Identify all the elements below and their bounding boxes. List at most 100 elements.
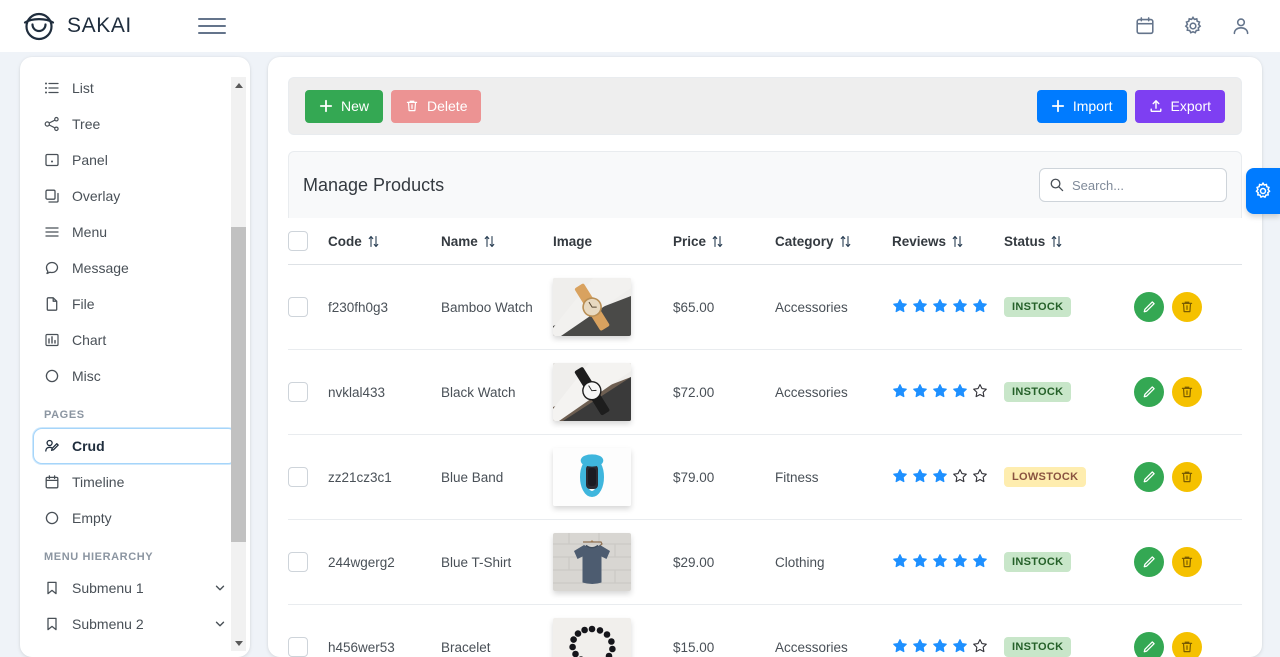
sidebar-item-panel[interactable]: Panel — [34, 143, 236, 177]
sidebar-item-tree[interactable]: Tree — [34, 107, 236, 141]
cell-code: 244wgerg2 — [328, 520, 441, 605]
cell-image — [553, 520, 673, 605]
sidebar-item-overlay[interactable]: Overlay — [34, 179, 236, 213]
edit-row-button[interactable] — [1134, 292, 1164, 322]
sakai-logo-icon — [22, 9, 56, 43]
cell-actions — [1134, 605, 1242, 657]
star-filled-icon — [952, 383, 968, 399]
table-row[interactable]: zz21cz3c1 Blue Band $79.00 Fitness LOWST… — [288, 435, 1242, 520]
rating-stars — [892, 472, 992, 487]
scroll-down-arrow-icon[interactable] — [231, 635, 246, 651]
calendar-icon[interactable] — [1134, 15, 1156, 37]
edit-row-button[interactable] — [1134, 632, 1164, 657]
main-content-card: New Delete Import Export — [268, 57, 1262, 657]
cell-actions — [1134, 265, 1242, 350]
table-row[interactable]: nvklal433 Black Watch $72.00 Accessories — [288, 350, 1242, 435]
config-panel-tab[interactable] — [1246, 168, 1280, 214]
row-checkbox[interactable] — [288, 382, 308, 402]
row-checkbox[interactable] — [288, 637, 308, 657]
brand-logo-link[interactable]: SAKAI — [22, 9, 132, 43]
column-header-reviews[interactable]: Reviews — [892, 218, 1004, 265]
column-label: Code — [328, 234, 362, 249]
search-input[interactable] — [1039, 168, 1227, 202]
import-button[interactable]: Import — [1037, 90, 1127, 123]
column-header-price[interactable]: Price — [673, 218, 775, 265]
sidebar-item-list[interactable]: List — [34, 71, 236, 105]
edit-row-button[interactable] — [1134, 462, 1164, 492]
cell-code: nvklal433 — [328, 350, 441, 435]
sidebar-item-file[interactable]: File — [34, 287, 236, 321]
sidebar-item-chart[interactable]: Chart — [34, 323, 236, 357]
cell-reviews — [892, 605, 1004, 657]
sidebar-item-message[interactable]: Message — [34, 251, 236, 285]
star-filled-icon — [972, 298, 988, 314]
table-row[interactable]: f230fh0g3 Bamboo Watch $65.00 Accessorie… — [288, 265, 1242, 350]
bookmark-icon — [44, 580, 60, 596]
sidebar-item-label: Submenu 1 — [72, 580, 144, 596]
column-header-category[interactable]: Category — [775, 218, 892, 265]
sidebar-item-submenu-2[interactable]: Submenu 2 — [34, 607, 236, 641]
table-row[interactable]: 244wgerg2 Blue T-Shirt $29.00 Clothing — [288, 520, 1242, 605]
column-header-status[interactable]: Status — [1004, 218, 1134, 265]
row-select-cell — [288, 435, 328, 520]
scroll-up-arrow-icon[interactable] — [231, 77, 246, 93]
file-icon — [44, 296, 60, 312]
delete-row-button[interactable] — [1172, 632, 1202, 657]
new-button-label: New — [341, 98, 369, 114]
user-icon[interactable] — [1230, 15, 1252, 37]
sidebar-scrollbar[interactable] — [231, 77, 246, 651]
select-all-checkbox[interactable] — [288, 231, 308, 251]
hamburger-icon[interactable] — [198, 12, 226, 40]
sidebar-item-misc[interactable]: Misc — [34, 359, 236, 393]
sidebar-item-submenu-1[interactable]: Submenu 1 — [34, 571, 236, 605]
cell-category: Accessories — [775, 605, 892, 657]
star-filled-icon — [972, 553, 988, 569]
column-header-code[interactable]: Code — [328, 218, 441, 265]
column-header-name[interactable]: Name — [441, 218, 553, 265]
sort-icon — [952, 235, 963, 248]
sidebar-item-crud[interactable]: Crud — [34, 429, 236, 463]
delete-row-button[interactable] — [1172, 462, 1202, 492]
row-checkbox[interactable] — [288, 552, 308, 572]
sidebar: List Tree Panel Overlay — [20, 57, 250, 657]
sidebar-item-timeline[interactable]: Timeline — [34, 465, 236, 499]
cell-code: zz21cz3c1 — [328, 435, 441, 520]
edit-row-button[interactable] — [1134, 377, 1164, 407]
sidebar-item-menu[interactable]: Menu — [34, 215, 236, 249]
export-button[interactable]: Export — [1135, 90, 1225, 123]
cell-name: Bracelet — [441, 605, 553, 657]
delete-row-button[interactable] — [1172, 547, 1202, 577]
row-checkbox[interactable] — [288, 297, 308, 317]
gear-icon[interactable] — [1182, 15, 1204, 37]
cell-image — [553, 265, 673, 350]
new-button[interactable]: New — [305, 90, 383, 123]
cell-status: INSTOCK — [1004, 520, 1134, 605]
blue-tshirt-thumb — [553, 533, 631, 591]
column-label: Price — [673, 234, 706, 249]
delete-button[interactable]: Delete — [391, 90, 481, 123]
edit-row-button[interactable] — [1134, 547, 1164, 577]
chevron-down-icon[interactable] — [214, 618, 226, 630]
cell-price: $79.00 — [673, 435, 775, 520]
chevron-down-icon[interactable] — [214, 582, 226, 594]
sort-icon — [712, 235, 723, 248]
sidebar-item-empty[interactable]: Empty — [34, 501, 236, 535]
cell-image — [553, 435, 673, 520]
cell-name: Black Watch — [441, 350, 553, 435]
bracelet-thumb — [553, 618, 631, 657]
table-header-bar: Manage Products — [288, 151, 1242, 218]
sidebar-item-label: Submenu 2 — [72, 616, 144, 632]
scrollbar-thumb[interactable] — [231, 227, 246, 542]
trash-icon — [1180, 640, 1194, 654]
star-empty-icon — [972, 468, 988, 484]
delete-row-button[interactable] — [1172, 292, 1202, 322]
sort-icon — [840, 235, 851, 248]
share-nodes-icon — [44, 116, 60, 132]
cell-status: LOWSTOCK — [1004, 435, 1134, 520]
brand-name: SAKAI — [67, 14, 132, 38]
cell-reviews — [892, 520, 1004, 605]
delete-row-button[interactable] — [1172, 377, 1202, 407]
row-checkbox[interactable] — [288, 467, 308, 487]
blue-band-thumb — [553, 448, 631, 506]
table-row[interactable]: h456wer53 Bracelet $15.00 Accessories — [288, 605, 1242, 657]
